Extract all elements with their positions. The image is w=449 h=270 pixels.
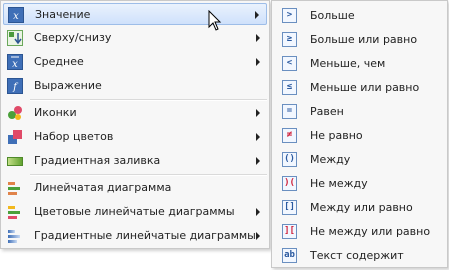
submenu-item-label: Между или равно [310, 201, 413, 214]
svg-text:x: x [13, 11, 19, 22]
menu-item-label: Цветовые линейчатые диаграммы [34, 205, 235, 218]
menu-item-label: Выражение [34, 79, 102, 92]
menu-separator [30, 174, 267, 176]
submenu-item-label: Больше [310, 9, 355, 22]
mouse-pointer-icon [208, 9, 222, 35]
menu-item-gradient-fill[interactable]: Градиентная заливка [3, 150, 267, 172]
submenu-item-less-or-equal[interactable]: ≤ Меньше или равно [274, 77, 445, 99]
menu-item-value[interactable]: x Значение [3, 3, 267, 25]
bar-chart-icon [7, 180, 23, 196]
less-than-icon: < [282, 56, 297, 71]
submenu-arrow-icon [255, 11, 259, 19]
equal-icon: = [282, 104, 297, 119]
submenu-item-greater[interactable]: > Больше [274, 5, 445, 27]
function-icon: f [7, 78, 23, 94]
submenu-arrow-icon [256, 208, 260, 216]
top-bottom-icon [7, 30, 23, 46]
submenu-item-equal[interactable]: = Равен [274, 101, 445, 123]
not-between-or-equal-icon: ][ [282, 224, 297, 239]
less-or-equal-icon: ≤ [282, 80, 297, 95]
submenu-item-between[interactable]: () Между [274, 149, 445, 171]
submenu-item-between-or-equal[interactable]: [] Между или равно [274, 197, 445, 219]
submenu-item-label: Меньше или равно [310, 81, 420, 94]
menu-item-expression[interactable]: f Выражение [3, 75, 267, 97]
text-contains-icon: ab [282, 248, 297, 263]
menu-item-label: Градиентные линейчатые диаграммы [34, 229, 256, 242]
submenu-item-label: Меньше, чем [310, 57, 386, 70]
greater-or-equal-icon: ≥ [282, 32, 297, 47]
menu-item-label: Линейчатая диаграмма [34, 181, 172, 194]
menu-separator [30, 99, 267, 101]
menu-item-gradient-bar-charts[interactable]: Градиентные линейчатые диаграммы [3, 225, 267, 247]
menu-item-label: Иконки [34, 106, 77, 119]
gradient-bar-chart-icon [7, 228, 23, 244]
x-average-icon: x [7, 54, 23, 70]
menu-item-bar-chart[interactable]: Линейчатая диаграмма [3, 177, 267, 199]
submenu-item-label: Между [310, 153, 351, 166]
gradient-fill-icon [7, 153, 23, 169]
submenu-arrow-icon [256, 157, 260, 165]
menu-item-color-set[interactable]: Набор цветов [3, 126, 267, 148]
submenu-item-text-contains[interactable]: ab Текст содержит [274, 245, 445, 267]
submenu-item-label: Не равно [310, 129, 363, 142]
menu-item-average[interactable]: x Среднее [3, 51, 267, 73]
submenu-item-greater-or-equal[interactable]: ≥ Больше или равно [274, 29, 445, 51]
menu-item-color-bar-charts[interactable]: Цветовые линейчатые диаграммы [3, 201, 267, 223]
color-bar-chart-icon [7, 204, 23, 220]
x-variable-icon: x [8, 7, 24, 23]
not-equal-icon: ≠ [282, 128, 297, 143]
submenu-item-not-equal[interactable]: ≠ Не равно [274, 125, 445, 147]
submenu-item-label: Текст содержит [310, 249, 404, 262]
menu-item-top-bottom[interactable]: Сверху/снизу [3, 27, 267, 49]
menu-item-icons[interactable]: Иконки [3, 102, 267, 124]
greater-than-icon: > [282, 8, 297, 23]
submenu-item-label: Не между [310, 177, 368, 190]
between-icon: () [282, 152, 297, 167]
submenu-arrow-icon [256, 133, 260, 141]
submenu-arrow-icon [256, 34, 260, 42]
menu-item-label: Градиентная заливка [34, 154, 161, 167]
submenu-item-not-between[interactable]: )( Не между [274, 173, 445, 195]
submenu-item-label: Больше или равно [310, 33, 418, 46]
submenu-arrow-icon [256, 109, 260, 117]
color-set-icon [7, 129, 23, 145]
between-or-equal-icon: [] [282, 200, 297, 215]
submenu-item-label: Не между или равно [310, 225, 431, 238]
submenu-arrow-icon [256, 58, 260, 66]
svg-text:x: x [12, 59, 18, 70]
menu-item-label: Среднее [34, 55, 84, 68]
submenu-item-label: Равен [310, 105, 344, 118]
not-between-icon: )( [282, 176, 297, 191]
icons-icon [7, 105, 23, 121]
menu-item-label: Набор цветов [34, 130, 114, 143]
menu-item-label: Значение [35, 8, 91, 21]
submenu-item-not-between-or-equal[interactable]: ][ Не между или равно [274, 221, 445, 243]
conditional-format-menu: x Значение Сверху/снизу x Среднее f Выра… [0, 0, 270, 249]
value-rules-submenu: > Больше ≥ Больше или равно < Меньше, че… [271, 0, 448, 268]
submenu-item-less[interactable]: < Меньше, чем [274, 53, 445, 75]
submenu-arrow-icon [256, 232, 260, 240]
menu-item-label: Сверху/снизу [34, 31, 112, 44]
